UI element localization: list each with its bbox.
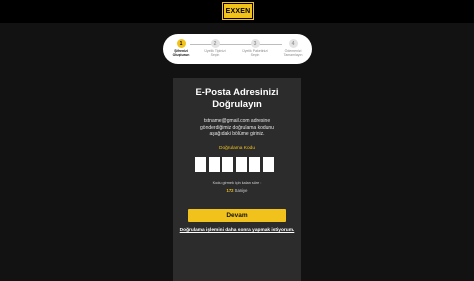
step-3-label: Üyelik Paketinizi Seçin: [242, 49, 268, 58]
verification-description: tstname@gmail.com adresine gönderdiğimiz…: [200, 118, 274, 138]
verify-later-link[interactable]: Doğrulama işlemini daha sonra yapmak ist…: [173, 228, 301, 233]
continue-button[interactable]: Devam: [188, 209, 286, 222]
page-title: E-Posta Adresinizi Doğrulayın: [195, 87, 279, 110]
timer-value: 172 Saniye: [173, 188, 301, 193]
timer-label: Kodu girmek için kalan süre :: [212, 181, 262, 185]
step-4-number: 4: [288, 39, 298, 48]
code-digit-4[interactable]: [235, 157, 247, 172]
step-1: 1 Şifrenizi Oluşturun: [163, 39, 199, 58]
code-digit-5[interactable]: [249, 157, 260, 172]
timer-unit: Saniye: [234, 188, 248, 193]
code-digit-6[interactable]: [262, 157, 274, 172]
step-2: 2 Üyelik Tipinizi Seçin: [197, 39, 233, 58]
top-bar: EXXEN: [0, 0, 474, 23]
step-2-label: Üyelik Tipinizi Seçin: [204, 49, 226, 58]
step-4-label: Ödemenizi Tamamlayın: [283, 49, 303, 58]
timer-seconds: 172: [226, 188, 234, 193]
code-label: Doğrulama Kodu: [219, 146, 255, 151]
code-digit-3[interactable]: [222, 157, 233, 172]
code-digit-2[interactable]: [208, 157, 220, 172]
step-1-label: Şifrenizi Oluşturun: [172, 49, 190, 58]
step-3: 3 Üyelik Paketinizi Seçin: [237, 39, 273, 58]
step-2-number: 2: [210, 39, 220, 48]
exxen-logo[interactable]: EXXEN: [222, 2, 254, 20]
step-1-number: 1: [176, 39, 186, 48]
signup-stepper: 1 Şifrenizi Oluşturun 2 Üyelik Tipinizi …: [163, 34, 312, 64]
step-4: 4 Ödemenizi Tamamlayın: [275, 39, 311, 58]
code-input-group: [195, 157, 279, 172]
step-3-number: 3: [250, 39, 260, 48]
verification-card: E-Posta Adresinizi Doğrulayın tstname@gm…: [173, 78, 301, 281]
code-digit-1[interactable]: [195, 157, 206, 172]
